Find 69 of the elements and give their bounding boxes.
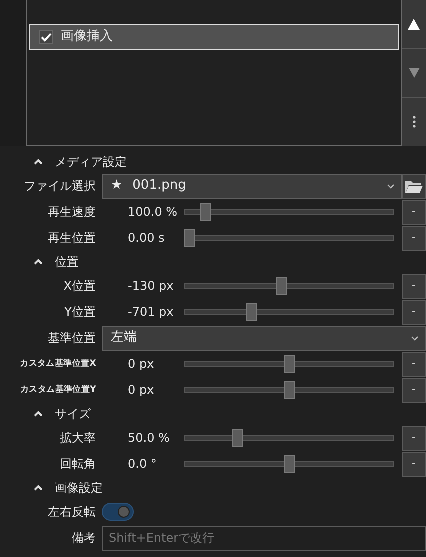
value-reading: 0 px [127,382,156,399]
section-title: 画像設定 [55,480,103,497]
slider-track[interactable] [184,302,394,322]
property-label: X位置 [62,278,97,295]
slider-thumb[interactable] [284,381,295,399]
value-reading: 0 px [127,356,156,373]
select-dropdown[interactable]: 左端 [102,326,426,350]
property-label: ファイル選択 [23,178,97,195]
slider-track[interactable] [184,454,394,474]
value-reading: -701 px [127,304,175,321]
scroll-down-button[interactable] [402,49,426,97]
slider-thumb[interactable] [276,277,287,295]
property-label: カスタム基準位置X [19,358,97,370]
slider-track[interactable] [184,428,394,448]
slider-thumb[interactable] [184,229,195,247]
slider-track[interactable] [184,202,394,222]
item-label: 画像挿入 [61,28,113,46]
star-icon: ★ [111,176,123,196]
slider-thumb[interactable] [246,303,258,321]
value-reading: 100.0 % [127,204,179,221]
caret-icon [387,184,395,188]
value-reading: -130 px [127,278,175,295]
property-label: Y位置 [64,304,97,321]
property-label: 備考 [71,530,97,547]
property-label: 回転角 [59,456,97,473]
toggle-switch[interactable] [102,503,134,521]
slider-thumb[interactable] [284,455,295,473]
property-label: 再生速度 [47,204,97,221]
slider-track[interactable] [184,380,394,400]
property-label: 基準位置 [47,330,97,347]
section-title: サイズ [55,406,91,423]
slider-thumb[interactable] [284,355,295,373]
down-arrow-icon [408,68,420,78]
reset-button[interactable]: - [402,274,426,298]
value-reading: 0.0 ° [127,456,158,473]
reset-button[interactable]: - [402,452,426,476]
file-select-dropdown[interactable]: ★ 001.png [102,174,402,198]
more-icon [412,116,416,128]
section-title: 位置 [55,254,79,271]
slider-thumb[interactable] [200,203,211,221]
caret-icon [411,336,419,340]
checkbox[interactable] [39,30,53,44]
section-title: メディア設定 [55,154,127,171]
value-reading: 50.0 % [127,430,171,447]
folder-icon [405,180,423,192]
collapse-caret-icon[interactable] [34,485,43,491]
collapse-caret-icon[interactable] [34,159,43,165]
reset-button[interactable]: - [402,352,426,376]
slider-track[interactable] [184,276,394,296]
collapse-caret-icon[interactable] [34,411,43,417]
slider-track[interactable] [184,228,394,248]
property-label: カスタム基準位置Y [20,384,98,396]
note-field[interactable]: Shift+Enterで改行 [102,526,426,550]
reset-button[interactable]: - [402,378,426,402]
property-label: 拡大率 [59,430,97,447]
value-reading: 0.00 s [127,230,166,247]
slider-track[interactable] [184,354,394,374]
property-label: 再生位置 [47,230,97,247]
collapse-caret-icon[interactable] [34,259,43,265]
scroll-up-button[interactable] [402,0,426,48]
list-item[interactable]: 画像挿入 [29,24,399,50]
reset-button[interactable]: - [402,200,426,224]
up-arrow-icon [408,18,420,30]
slider-thumb[interactable] [232,429,242,447]
property-label: 左右反転 [47,504,97,521]
reset-button[interactable]: - [402,300,426,324]
reset-button[interactable]: - [402,226,426,250]
open-folder-button[interactable] [402,174,426,198]
reset-button[interactable]: - [402,426,426,450]
